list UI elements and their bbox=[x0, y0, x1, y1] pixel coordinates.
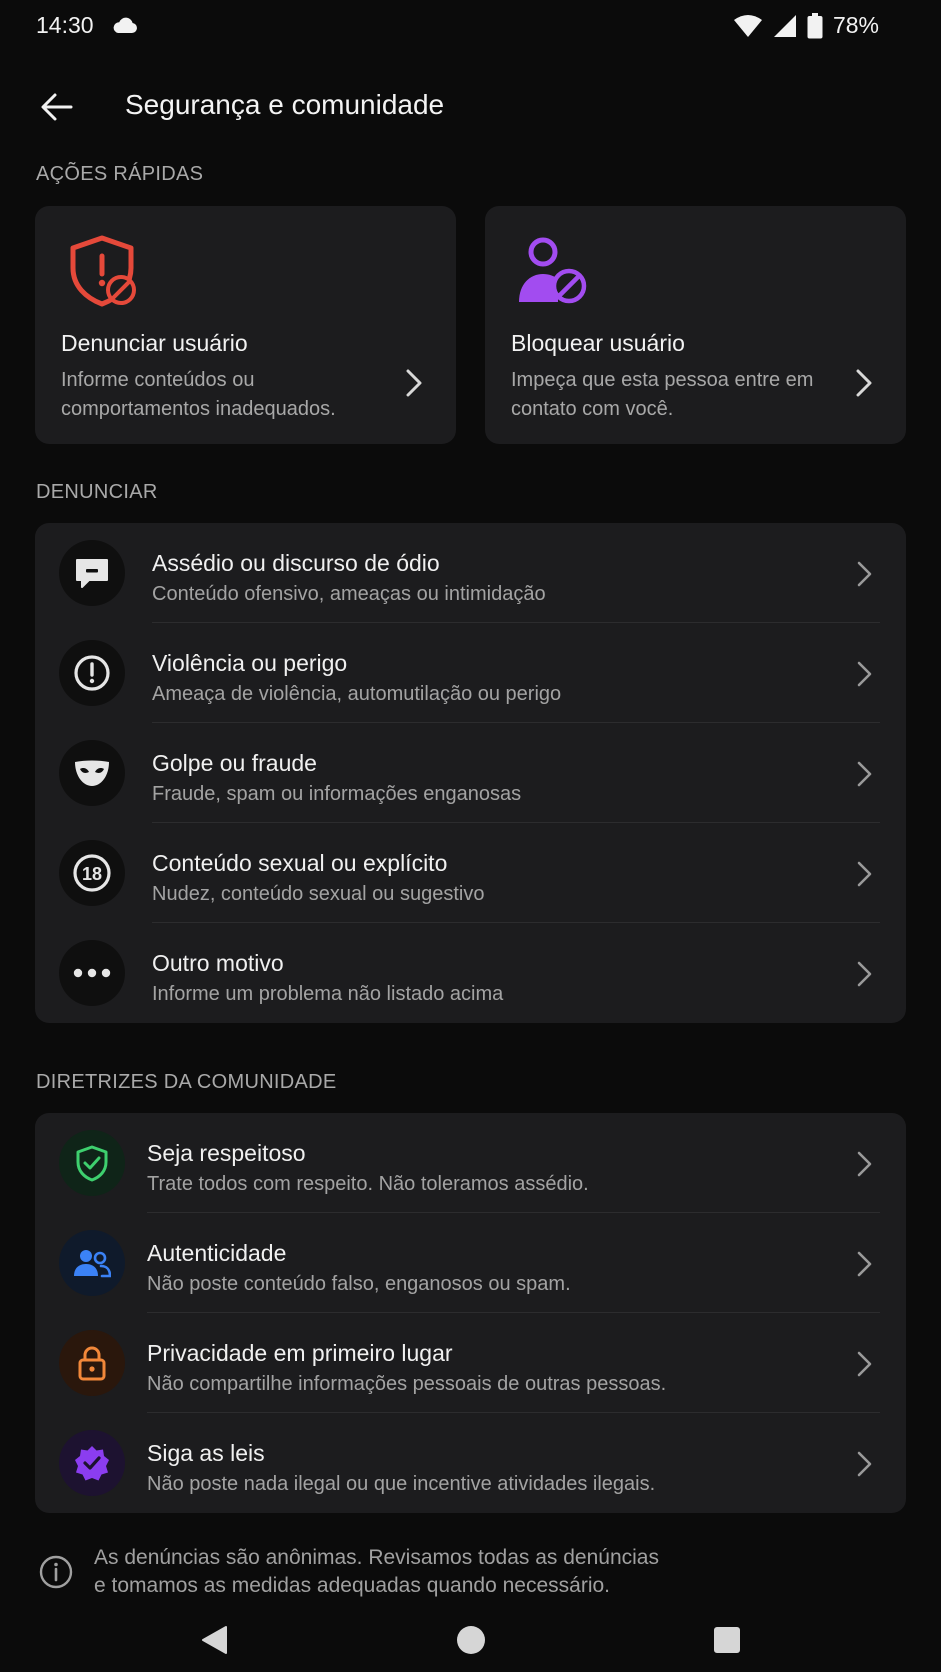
note-line-1: As denúncias são anônimas. Revisamos tod… bbox=[94, 1546, 659, 1569]
nav-home-button[interactable] bbox=[451, 1620, 491, 1660]
page-title: Segurança e comunidade bbox=[125, 89, 445, 120]
speech-bubble-icon bbox=[59, 540, 125, 606]
report-item-subtitle: Fraude, spam ou informações enganosas bbox=[152, 783, 522, 805]
report-item-sexual-content[interactable]: 18 Conteúdo sexual ou explícito Nudez, c… bbox=[35, 823, 906, 923]
note-line-2: e tomamos as medidas adequadas quando ne… bbox=[94, 1574, 610, 1597]
section-label-report: DENUNCIAR bbox=[36, 481, 158, 503]
guideline-item-subtitle: Não poste nada ilegal ou que incentive a… bbox=[147, 1473, 656, 1495]
report-list: Assédio ou discurso de ódio Conteúdo ofe… bbox=[35, 523, 906, 1023]
app-bar: Segurança e comunidade bbox=[0, 70, 941, 144]
report-item-subtitle: Ameaça de violência, automutilação ou pe… bbox=[152, 683, 562, 705]
chevron-right-icon bbox=[857, 1251, 872, 1277]
guideline-item-authenticity[interactable]: Autenticidade Não poste conteúdo falso, … bbox=[35, 1213, 906, 1313]
report-user-title: Denunciar usuário bbox=[61, 330, 248, 356]
arrow-left-icon bbox=[41, 93, 73, 121]
report-item-subtitle: Conteúdo ofensivo, ameaças ou intimidaçã… bbox=[152, 583, 546, 605]
guideline-item-privacy[interactable]: Privacidade em primeiro lugar Não compar… bbox=[35, 1313, 906, 1413]
shield-alert-icon bbox=[70, 235, 136, 307]
back-triangle-icon bbox=[202, 1626, 227, 1654]
section-label-quick-actions: AÇÕES RÁPIDAS bbox=[36, 163, 204, 185]
block-user-title: Bloquear usuário bbox=[511, 330, 685, 356]
alert-circle-icon bbox=[59, 640, 125, 706]
status-time: 14:30 bbox=[36, 12, 94, 38]
nav-back-button[interactable] bbox=[194, 1620, 234, 1660]
guideline-item-title: Seja respeitoso bbox=[147, 1140, 306, 1166]
block-user-description: Impeça que esta pessoa entre em contato … bbox=[511, 369, 814, 420]
guideline-item-respect[interactable]: Seja respeitoso Trate todos com respeito… bbox=[35, 1113, 906, 1213]
signal-icon bbox=[773, 14, 796, 37]
eighteen-label: 18 bbox=[82, 864, 102, 884]
eighteen-plus-icon: 18 bbox=[59, 840, 125, 906]
battery-icon bbox=[807, 12, 823, 38]
guideline-item-laws[interactable]: Siga as leis Não poste nada ilegal ou qu… bbox=[35, 1413, 906, 1513]
guideline-item-title: Autenticidade bbox=[147, 1240, 287, 1266]
guideline-item-subtitle: Não poste conteúdo falso, enganosos ou s… bbox=[147, 1273, 571, 1295]
guideline-item-subtitle: Não compartilhe informações pessoais de … bbox=[147, 1373, 667, 1395]
verified-badge-icon bbox=[59, 1430, 125, 1496]
nav-recents-button[interactable] bbox=[707, 1620, 747, 1660]
guideline-item-title: Privacidade em primeiro lugar bbox=[147, 1340, 453, 1366]
guidelines-list: Seja respeitoso Trate todos com respeito… bbox=[35, 1113, 906, 1513]
report-item-title: Conteúdo sexual ou explícito bbox=[152, 850, 448, 876]
chevron-right-icon bbox=[857, 561, 872, 587]
chevron-right-icon bbox=[857, 1151, 872, 1177]
system-nav-bar bbox=[0, 1608, 941, 1672]
cloud-icon bbox=[113, 17, 137, 33]
home-circle-icon bbox=[457, 1626, 485, 1654]
report-item-scam[interactable]: Golpe ou fraude Fraude, spam ou informaç… bbox=[35, 723, 906, 823]
guideline-item-title: Siga as leis bbox=[147, 1440, 265, 1466]
chevron-right-icon bbox=[406, 369, 422, 397]
report-user-card[interactable]: Denunciar usuário Informe conteúdos ou c… bbox=[35, 206, 456, 444]
report-item-subtitle: Nudez, conteúdo sexual ou sugestivo bbox=[152, 883, 485, 905]
mask-icon bbox=[59, 740, 125, 806]
chevron-right-icon bbox=[857, 761, 872, 787]
report-item-other[interactable]: Outro motivo Informe um problema não lis… bbox=[35, 923, 906, 1023]
recents-square-icon bbox=[714, 1627, 740, 1653]
status-bar: 14:30 78% bbox=[0, 0, 941, 56]
back-button[interactable] bbox=[34, 84, 80, 130]
report-item-title: Golpe ou fraude bbox=[152, 750, 317, 776]
section-label-guidelines: DIRETRIZES DA COMUNIDADE bbox=[36, 1071, 337, 1093]
users-icon bbox=[59, 1230, 125, 1296]
lock-icon bbox=[59, 1330, 125, 1396]
report-item-title: Violência ou perigo bbox=[152, 650, 348, 676]
wifi-icon bbox=[733, 14, 762, 37]
chevron-right-icon bbox=[857, 661, 872, 687]
chevron-right-icon bbox=[857, 961, 872, 987]
info-icon bbox=[39, 1555, 73, 1589]
battery-percent: 78% bbox=[832, 12, 879, 38]
report-user-description: Informe conteúdos ou comportamentos inad… bbox=[61, 369, 336, 420]
note-text: As denúncias são anônimas. Revisamos tod… bbox=[94, 1544, 814, 1600]
report-item-title: Outro motivo bbox=[152, 950, 284, 976]
report-item-subtitle: Informe um problema não listado acima bbox=[152, 983, 504, 1005]
chevron-right-icon bbox=[857, 1351, 872, 1377]
anonymous-report-note: As denúncias são anônimas. Revisamos tod… bbox=[38, 1544, 888, 1614]
guideline-item-subtitle: Trate todos com respeito. Não toleramos … bbox=[147, 1173, 589, 1195]
block-user-card[interactable]: Bloquear usuário Impeça que esta pessoa … bbox=[485, 206, 906, 444]
report-item-title: Assédio ou discurso de ódio bbox=[152, 550, 440, 576]
chevron-right-icon bbox=[857, 861, 872, 887]
chevron-right-icon bbox=[857, 1451, 872, 1477]
user-block-icon bbox=[519, 237, 587, 304]
more-dots-icon bbox=[59, 940, 125, 1006]
chevron-right-icon bbox=[856, 369, 872, 397]
report-item-harassment[interactable]: Assédio ou discurso de ódio Conteúdo ofe… bbox=[35, 523, 906, 623]
shield-check-icon bbox=[59, 1130, 125, 1196]
report-item-violence[interactable]: Violência ou perigo Ameaça de violência,… bbox=[35, 623, 906, 723]
